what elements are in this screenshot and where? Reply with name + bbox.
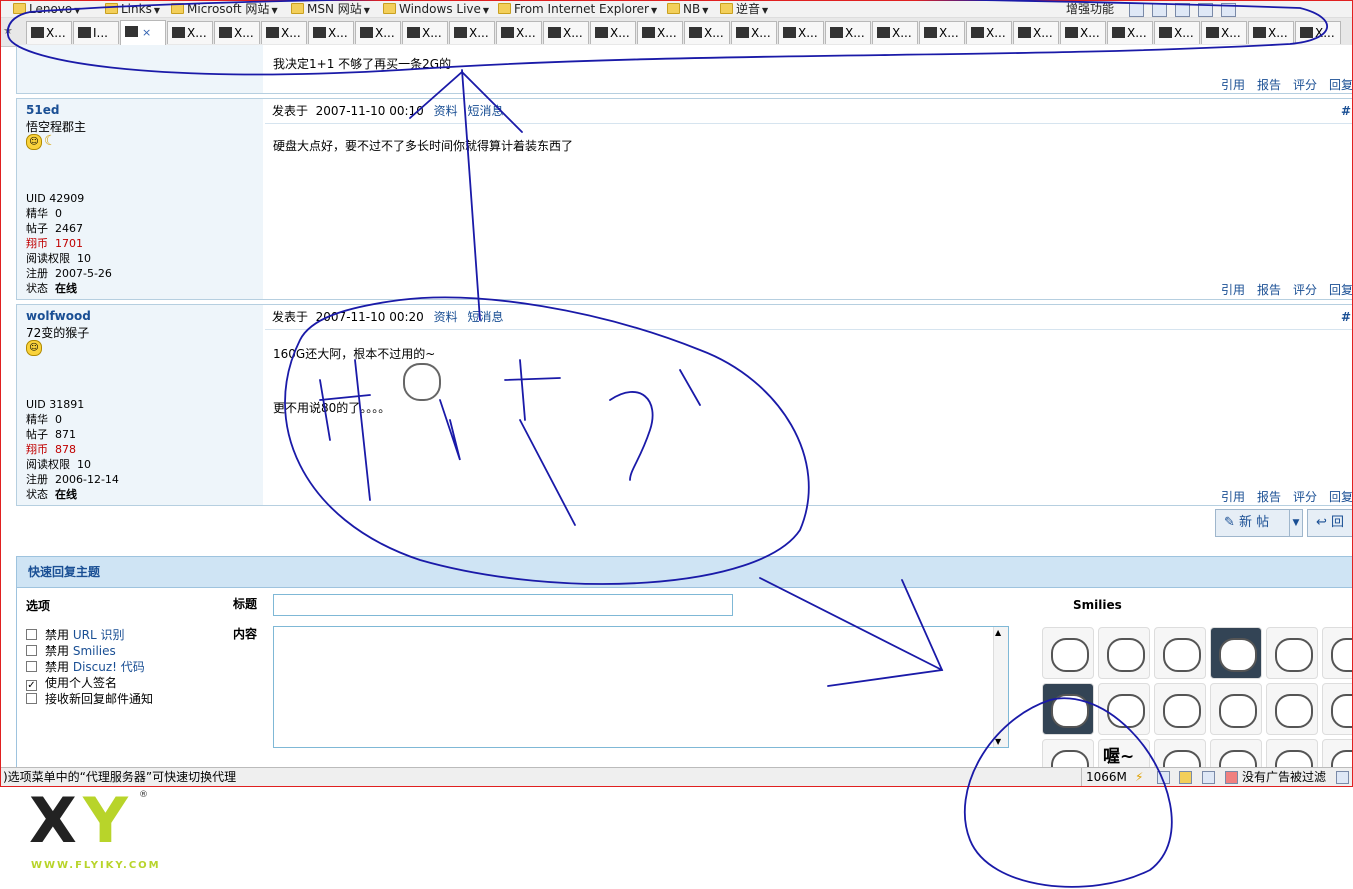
arrow-head-stroke [827, 579, 944, 687]
scribble-char-3-stroke [609, 369, 701, 481]
scribble-char-1-stroke [319, 359, 371, 501]
scribble-char-2-stroke [439, 359, 576, 526]
smilies-circle-stroke [963, 697, 1173, 888]
ink-annotations [7, 0, 1328, 888]
tab-bar-circle-stroke [7, 0, 1328, 76]
pointer-line-stroke [461, 69, 481, 321]
arrow-line-stroke [759, 577, 943, 671]
